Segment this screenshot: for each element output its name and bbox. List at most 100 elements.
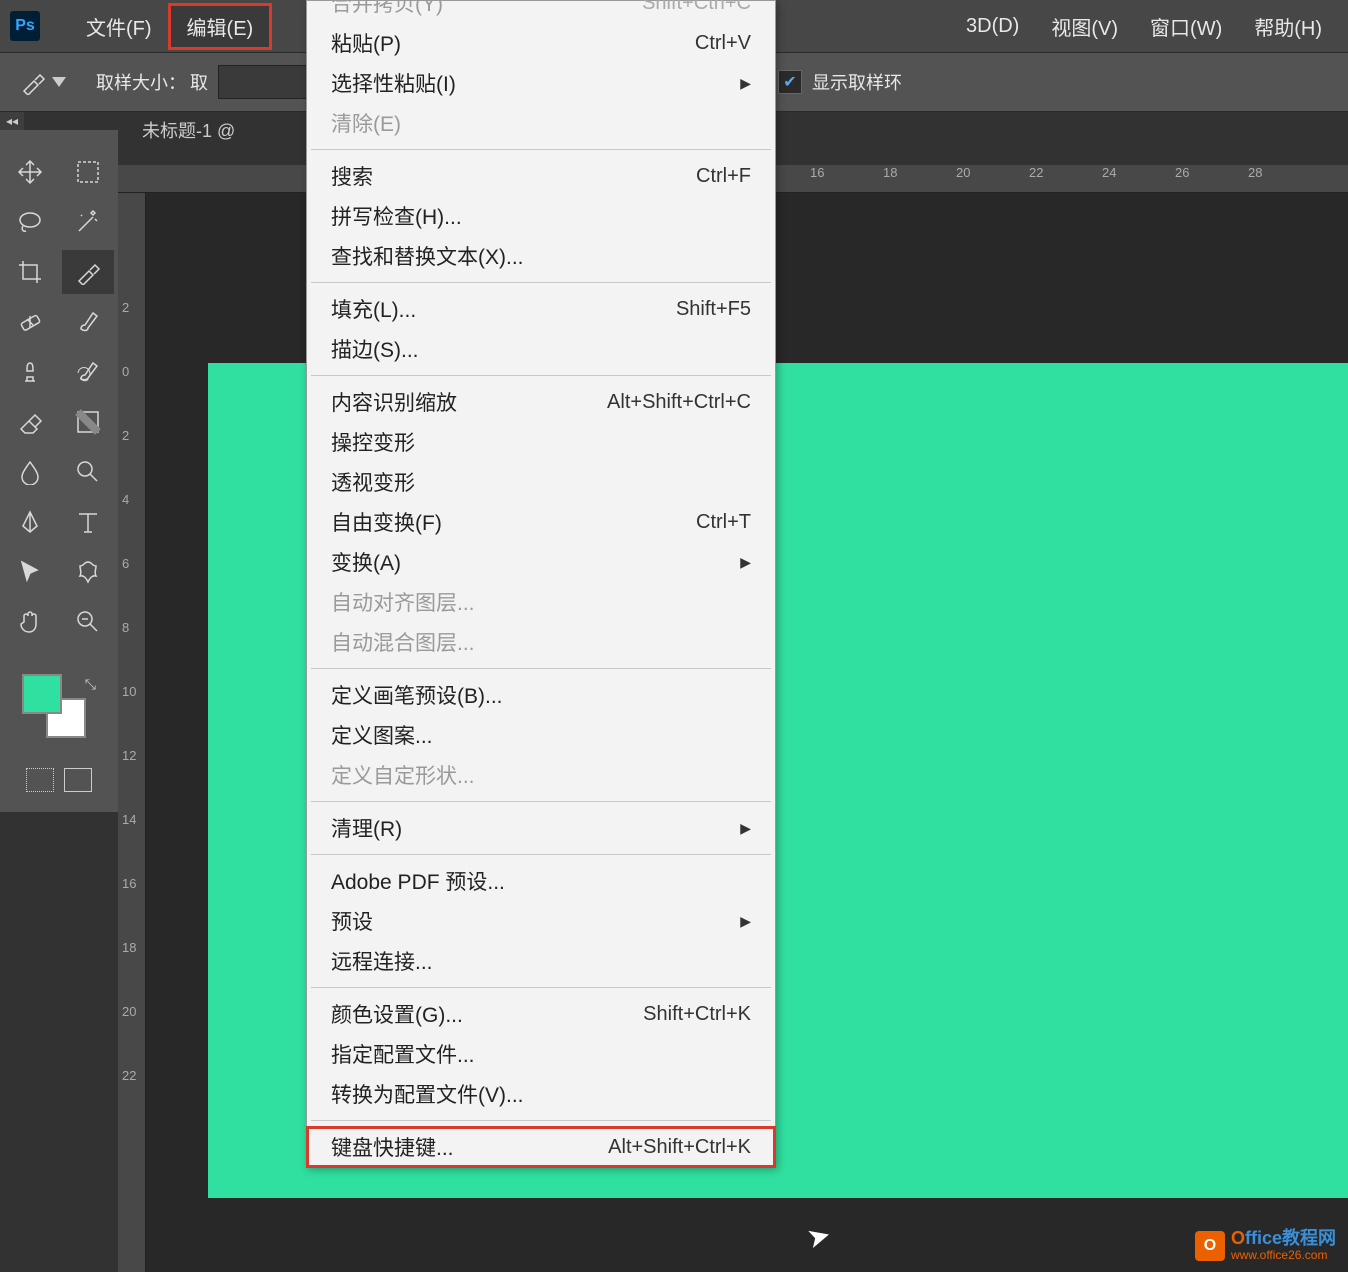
ruler-tick: 28: [1248, 165, 1262, 180]
expand-toolbox-icon[interactable]: ◂◂: [0, 112, 24, 130]
show-ring-checkbox[interactable]: ✔: [778, 70, 802, 94]
menu-file[interactable]: 文件(F): [70, 6, 168, 47]
submenu-arrow-icon: ▶: [740, 75, 751, 92]
move-tool[interactable]: [4, 150, 56, 194]
color-swatches: ⤡: [14, 674, 114, 744]
eraser-tool[interactable]: [4, 400, 56, 444]
blur-tool[interactable]: [4, 450, 56, 494]
eyedropper-icon: [20, 69, 46, 95]
menu-item[interactable]: 内容识别缩放Alt+Shift+Ctrl+C: [307, 382, 775, 422]
menu-item[interactable]: 颜色设置(G)...Shift+Ctrl+K: [307, 994, 775, 1034]
ruler-tick: 24: [1102, 165, 1116, 180]
screenmode-icon[interactable]: [64, 768, 92, 792]
menu-shortcut: Alt+Shift+Ctrl+K: [608, 1136, 751, 1159]
menu-shortcut: Ctrl+V: [695, 32, 751, 55]
menu-item[interactable]: 透视变形: [307, 462, 775, 502]
brush-tool[interactable]: [62, 300, 114, 344]
ruler-tick: 8: [122, 621, 129, 634]
foreground-color[interactable]: [22, 674, 62, 714]
menu-item[interactable]: 清理(R) ▶: [307, 808, 775, 848]
menu-item[interactable]: 键盘快捷键...Alt+Shift+Ctrl+K: [307, 1127, 775, 1167]
menu-separator: [311, 149, 771, 150]
menu-item[interactable]: 变换(A)▶: [307, 542, 775, 582]
document-tab[interactable]: 未标题-1 @: [118, 112, 235, 148]
menu-item-label: 自动混合图层...: [331, 627, 475, 657]
menu-item[interactable]: 自由变换(F)Ctrl+T: [307, 502, 775, 542]
zoom-tool[interactable]: [62, 600, 114, 644]
menu-shortcut: Shift+Ctrl+K: [643, 1003, 751, 1026]
ruler-tick: 22: [122, 1069, 136, 1082]
menu-shortcut: Alt+Shift+Ctrl+C: [607, 391, 751, 414]
menu-item-label: 变换(A): [331, 547, 401, 577]
menu-separator: [311, 987, 771, 988]
pen-tool[interactable]: [4, 500, 56, 544]
menu-separator: [311, 854, 771, 855]
ruler-tick: 2: [122, 429, 129, 442]
menu-item[interactable]: Adobe PDF 预设...: [307, 861, 775, 901]
menu-item-label: 清理(R): [331, 813, 402, 843]
magic-wand-tool[interactable]: [62, 200, 114, 244]
stamp-tool[interactable]: [4, 350, 56, 394]
menu-separator: [311, 282, 771, 283]
quickmask-icon[interactable]: [26, 768, 54, 792]
ruler-tick: 20: [122, 1005, 136, 1018]
marquee-tool[interactable]: [62, 150, 114, 194]
history-brush-tool[interactable]: [62, 350, 114, 394]
ruler-tick: 12: [122, 749, 136, 762]
crop-tool[interactable]: [4, 250, 56, 294]
menu-item[interactable]: 查找和替换文本(X)...: [307, 236, 775, 276]
document-title: 未标题-1 @: [142, 117, 235, 143]
healing-tool[interactable]: [4, 300, 56, 344]
menu-item[interactable]: 定义画笔预设(B)...: [307, 675, 775, 715]
menu-view[interactable]: 视图(V): [1035, 6, 1134, 47]
ruler-tick: 16: [810, 165, 824, 180]
menu-item[interactable]: 指定配置文件...: [307, 1034, 775, 1074]
gradient-tool[interactable]: [62, 400, 114, 444]
ruler-tick: 0: [122, 365, 129, 378]
toolbox: ⤡: [0, 130, 118, 812]
menu-item[interactable]: 描边(S)...: [307, 329, 775, 369]
menu-item-label: 选择性粘贴(I): [331, 68, 456, 98]
hand-tool[interactable]: [4, 600, 56, 644]
submenu-arrow-icon: ▶: [740, 820, 751, 837]
swap-colors-icon[interactable]: ⤡: [85, 676, 96, 693]
menu-item-label: 操控变形: [331, 427, 415, 457]
menu-item[interactable]: 定义图案...: [307, 715, 775, 755]
menu-item-label: 自动对齐图层...: [331, 587, 475, 617]
tool-indicator[interactable]: [20, 69, 66, 95]
ruler-tick: 20: [956, 165, 970, 180]
path-select-tool[interactable]: [4, 550, 56, 594]
menu-shortcut: Ctrl+T: [696, 511, 751, 534]
ruler-vertical: 2 0 2 4 6 8 10 12 14 16 18 20 22: [118, 193, 146, 1272]
menu-edit[interactable]: 编辑(E): [168, 3, 273, 50]
chevron-down-icon: [52, 77, 66, 87]
type-tool[interactable]: [62, 500, 114, 544]
shape-tool[interactable]: [62, 550, 114, 594]
menu-item[interactable]: 选择性粘贴(I) ▶: [307, 63, 775, 103]
menu-shortcut: Shift+Ctrl+C: [642, 0, 751, 15]
menu-window[interactable]: 窗口(W): [1134, 6, 1238, 47]
menu-3d[interactable]: 3D(D): [950, 9, 1035, 44]
menu-item[interactable]: 远程连接...: [307, 941, 775, 981]
menu-item-label: 粘贴(P): [331, 28, 401, 58]
menu-shortcut: Shift+F5: [676, 298, 751, 321]
lasso-tool[interactable]: [4, 200, 56, 244]
menu-item-label: 填充(L)...: [331, 294, 416, 324]
show-ring-label: 显示取样环: [812, 69, 902, 95]
menu-item[interactable]: 转换为配置文件(V)...: [307, 1074, 775, 1114]
ruler-tick: 6: [122, 557, 129, 570]
menu-item[interactable]: 操控变形: [307, 422, 775, 462]
dodge-tool[interactable]: [62, 450, 114, 494]
menu-item[interactable]: 填充(L)... Shift+F5: [307, 289, 775, 329]
menu-separator: [311, 801, 771, 802]
menu-help[interactable]: 帮助(H): [1238, 6, 1338, 47]
menu-item-label: 预设: [331, 906, 373, 936]
menu-item[interactable]: 粘贴(P) Ctrl+V: [307, 23, 775, 63]
ruler-tick: 2: [122, 301, 129, 314]
menu-item: 清除(E): [307, 103, 775, 143]
menu-item[interactable]: 搜索Ctrl+F: [307, 156, 775, 196]
eyedropper-tool[interactable]: [62, 250, 114, 294]
menu-item[interactable]: 预设▶: [307, 901, 775, 941]
menu-item-label: 查找和替换文本(X)...: [331, 241, 524, 271]
menu-item[interactable]: 拼写检查(H)...: [307, 196, 775, 236]
